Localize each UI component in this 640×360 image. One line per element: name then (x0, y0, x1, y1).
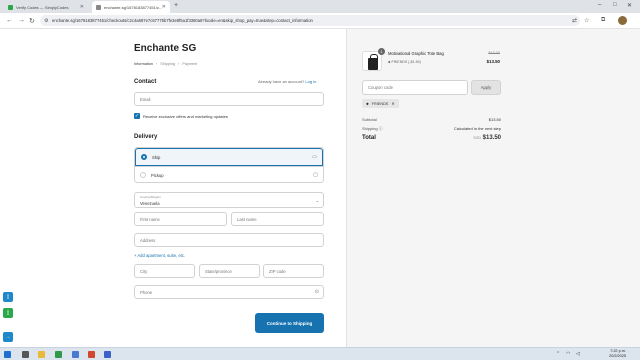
contact-heading: Contact (134, 79, 157, 85)
extension-float-button[interactable]: ▯ (3, 292, 13, 302)
profile-avatar[interactable] (618, 16, 627, 25)
new-tab-icon[interactable]: + (174, 2, 178, 9)
chevron-down-icon: ⌄ (315, 198, 319, 203)
chrome-icon[interactable] (55, 351, 62, 358)
continue-to-shipping-button[interactable]: Continue to Shipping (255, 313, 324, 333)
bookmark-star-icon[interactable]: ☆ (584, 17, 589, 24)
account-prompt: Already have an account? Log in (258, 79, 317, 84)
country-value: Venezuela (140, 201, 160, 206)
reload-icon[interactable]: ↻ (29, 17, 35, 25)
app-icon[interactable] (72, 351, 79, 358)
email-field[interactable]: Email (134, 92, 324, 106)
breadcrumb-payment: Payment (182, 62, 198, 66)
truck-icon: ▭ (312, 154, 317, 160)
translate-icon[interactable]: ⇄ (572, 17, 577, 24)
close-window-icon[interactable]: ✕ (627, 2, 632, 9)
breadcrumb-separator-icon: › (156, 62, 158, 66)
state-field[interactable]: State/province (199, 264, 260, 278)
tote-bag-image (368, 54, 378, 70)
zip-field[interactable]: ZIP code (263, 264, 324, 278)
total-value: $13.50 (482, 135, 501, 141)
tag-icon: ⬥ (388, 60, 391, 64)
help-circle-icon[interactable]: ⊙ (315, 289, 319, 295)
product-name: Motivational Graphic Tote Bag (388, 51, 444, 56)
phone-field[interactable]: Phone ⊙ (134, 285, 324, 299)
shipping-value: Calculated in the next step (453, 126, 501, 131)
subtotal-value: $13.50 (488, 117, 501, 122)
sidebar-toggle-button[interactable]: → (3, 332, 13, 342)
search-icon[interactable] (22, 351, 29, 358)
simplycodes-favicon-icon (8, 4, 13, 10)
minimize-icon[interactable]: – (598, 2, 601, 8)
windows-start-icon[interactable] (4, 351, 11, 358)
browser-tab-bar: Verify Codes — SimplyCodes ✕ enchante.sg… (0, 0, 640, 13)
store-title: Enchante SG (134, 43, 197, 54)
delivery-heading: Delivery (134, 134, 158, 140)
tab-verify-codes[interactable]: Verify Codes — SimplyCodes ✕ (4, 1, 88, 13)
last-name-field[interactable]: Last name (231, 212, 324, 226)
city-field[interactable]: City (134, 264, 195, 278)
apply-coupon-button[interactable]: Apply (471, 80, 501, 95)
delivery-option-ship[interactable]: Ship ▭ (135, 148, 323, 166)
country-label: Country/Region (140, 195, 161, 199)
applied-coupon-chip: ⬥ FRIENDS ✕ (362, 99, 399, 108)
add-apartment-link[interactable]: + Add apartment, suite, etc. (134, 253, 185, 258)
original-price: $15.00 (488, 51, 500, 55)
checkout-page: Enchante SG Information › Shipping › Pay… (0, 29, 640, 347)
volume-icon[interactable]: ◁ (576, 351, 580, 357)
back-icon[interactable]: ← (6, 17, 13, 24)
taskbar: ⌃ ◠ ◁ 7:22 p.m. 20/2/2025 (0, 347, 640, 360)
file-explorer-icon[interactable] (38, 351, 45, 358)
maximize-icon[interactable]: □ (613, 2, 617, 8)
login-link[interactable]: Log in (305, 79, 316, 84)
breadcrumb-information[interactable]: Information (134, 62, 153, 66)
ship-radio[interactable] (141, 154, 147, 160)
wifi-icon[interactable]: ◠ (566, 351, 570, 357)
delivery-option-pickup[interactable]: Pickup ▢ (135, 166, 323, 183)
app-icon[interactable] (104, 351, 111, 358)
tab-enchante-checkout[interactable]: enchante.sg/1678183877451/c... ✕ (92, 1, 170, 13)
product-price: $13.50 (486, 59, 500, 64)
subtotal-row: Subtotal $13.50 (362, 117, 501, 122)
total-row: Total SGD $13.50 (362, 135, 501, 141)
currency-code: SGD (473, 136, 481, 140)
shipping-info-icon[interactable]: ⓘ (379, 126, 383, 131)
delivery-method-group: Ship ▭ Pickup ▢ (134, 147, 324, 183)
quantity-badge: 1 (378, 48, 385, 55)
remove-coupon-icon[interactable]: ✕ (391, 101, 394, 106)
address-bar[interactable]: ⚙ enchante.sg/1678183877451/checkouts/c2… (40, 15, 580, 26)
extensions-icon[interactable]: ⧉ (601, 17, 605, 24)
marketing-label: Receive exclusive offers and marketing u… (143, 114, 228, 119)
country-select[interactable]: Country/Region Venezuela ⌄ (134, 192, 324, 208)
forward-icon[interactable]: → (18, 17, 25, 24)
site-info-icon[interactable]: ⚙ (44, 18, 48, 24)
breadcrumb-shipping: Shipping (160, 62, 176, 66)
page-favicon-icon (96, 4, 101, 10)
close-tab-icon[interactable]: ✕ (80, 4, 84, 10)
coupon-code-field[interactable]: Coupon code (362, 80, 468, 95)
simplycodes-float-button[interactable]: ▯ (3, 308, 13, 318)
close-tab-icon[interactable]: ✕ (162, 4, 166, 10)
tray-chevron-icon[interactable]: ⌃ (556, 351, 560, 357)
marketing-checkbox[interactable]: ✓ (134, 113, 140, 119)
system-clock[interactable]: 7:22 p.m. 20/2/2025 (609, 349, 626, 359)
app-icon[interactable] (88, 351, 95, 358)
store-icon: ▢ (313, 172, 318, 178)
address-field[interactable]: Address (134, 233, 324, 247)
breadcrumb: Information › Shipping › Payment (134, 62, 197, 66)
tag-icon: ⬥ (366, 101, 369, 106)
order-summary: 1 Motivational Graphic Tote Bag ⬥ FRIEND… (346, 29, 640, 347)
breadcrumb-separator-icon: › (178, 62, 180, 66)
pickup-radio[interactable] (140, 172, 146, 178)
browser-toolbar: ← → ↻ ⚙ enchante.sg/1678183877451/checko… (0, 13, 640, 29)
first-name-field[interactable]: First name (134, 212, 227, 226)
shipping-row: Shipping ⓘ Calculated in the next step (362, 126, 501, 131)
product-discount: ⬥ FRIENDS (-$1.50) (388, 60, 421, 64)
